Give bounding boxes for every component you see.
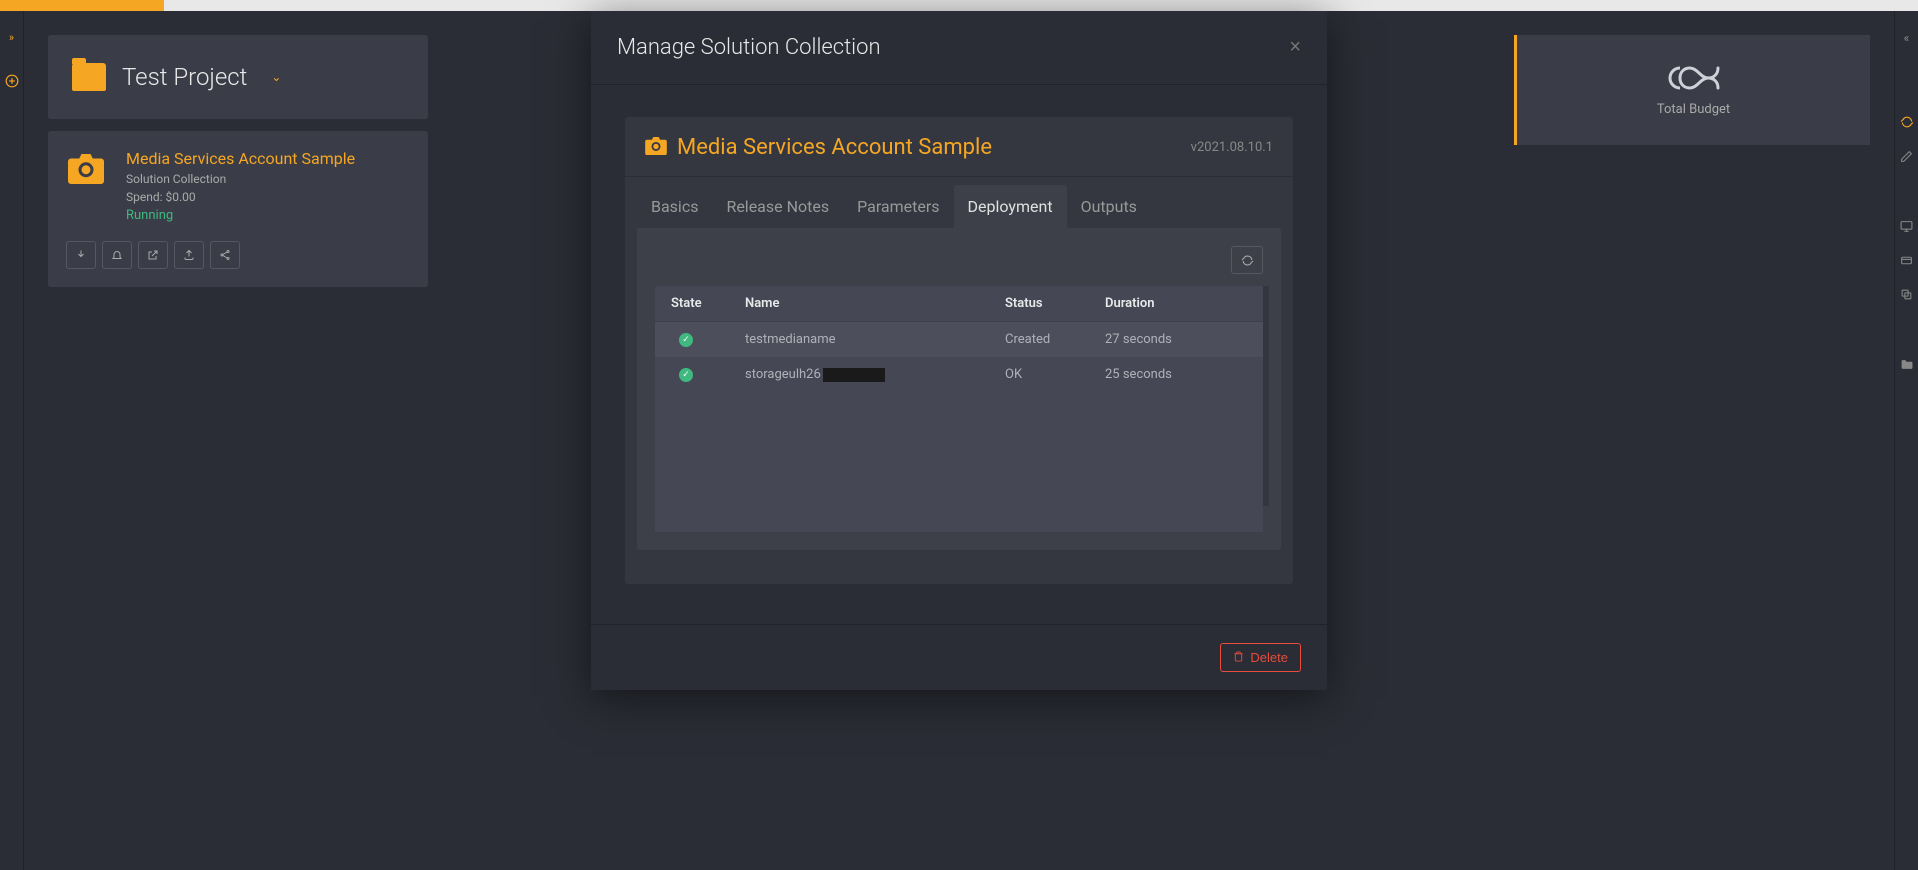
col-duration: Duration [1105, 296, 1247, 311]
state-ok-icon: ✓ [679, 368, 693, 382]
share-button[interactable] [210, 241, 240, 269]
camera-icon [66, 149, 106, 189]
cell-duration: 25 seconds [1105, 367, 1247, 382]
col-status: Status [1005, 296, 1105, 311]
modal-title: Manage Solution Collection [617, 35, 881, 60]
infinity-icon [1666, 64, 1722, 92]
close-button[interactable]: × [1289, 36, 1301, 59]
cell-duration: 27 seconds [1105, 332, 1247, 347]
table-header-row: State Name Status Duration [655, 286, 1263, 322]
expand-right-icon[interactable]: » [9, 31, 14, 44]
collapse-left-icon[interactable]: « [1904, 31, 1910, 45]
cell-name: storageulh26 [745, 367, 1005, 382]
project-title: Test Project [122, 63, 247, 91]
refresh-button[interactable] [1231, 246, 1263, 274]
notifications-button[interactable] [102, 241, 132, 269]
table-row[interactable]: ✓ testmedianame Created 27 seconds [655, 322, 1263, 357]
cell-status: OK [1005, 367, 1105, 382]
version-label: v2021.08.10.1 [1191, 140, 1273, 155]
add-icon[interactable] [5, 74, 19, 92]
solution-collection-card: Media Services Account Sample Solution C… [48, 131, 428, 287]
storage-icon[interactable] [1900, 254, 1913, 270]
table-row[interactable]: ✓ storageulh26 OK 25 seconds [655, 357, 1263, 392]
tab-bar: Basics Release Notes Parameters Deployme… [625, 185, 1293, 228]
tab-outputs[interactable]: Outputs [1067, 185, 1151, 228]
tab-parameters[interactable]: Parameters [843, 185, 953, 228]
tab-basics[interactable]: Basics [637, 185, 712, 228]
folder-open-icon[interactable] [1900, 358, 1913, 374]
project-dropdown-caret[interactable]: ⌄ [271, 70, 281, 84]
project-header-card: Test Project ⌄ [48, 35, 428, 119]
panel-title: Media Services Account Sample [677, 135, 992, 160]
tab-release-notes[interactable]: Release Notes [712, 185, 843, 228]
solution-type-label: Solution Collection [126, 172, 410, 186]
refresh-icon[interactable] [1900, 115, 1914, 132]
trash-icon [1233, 650, 1244, 665]
cell-name: testmedianame [745, 332, 1005, 347]
total-budget-widget: Total Budget [1514, 35, 1870, 145]
state-ok-icon: ✓ [679, 333, 693, 347]
camera-icon [645, 137, 667, 159]
left-sidebar: » [0, 11, 24, 870]
table-scrollbar[interactable] [1263, 286, 1269, 506]
solution-name[interactable]: Media Services Account Sample [126, 149, 410, 168]
deployment-tab-content: State Name Status Duration ✓ testmediana… [637, 228, 1281, 550]
col-state: State [671, 296, 745, 311]
solution-panel: Media Services Account Sample v2021.08.1… [625, 117, 1293, 584]
delete-button[interactable]: Delete [1220, 643, 1301, 672]
open-external-button[interactable] [138, 241, 168, 269]
edit-icon[interactable] [1900, 150, 1913, 166]
solution-spend-label: Spend: $0.00 [126, 190, 410, 204]
folder-icon [72, 63, 106, 91]
solution-status-badge: Running [126, 208, 410, 223]
download-button[interactable] [66, 241, 96, 269]
copy-icon[interactable] [1900, 288, 1913, 304]
tab-deployment[interactable]: Deployment [954, 185, 1067, 228]
right-sidebar: « [1894, 11, 1918, 870]
export-button[interactable] [174, 241, 204, 269]
deployment-table: State Name Status Duration ✓ testmediana… [655, 286, 1263, 532]
col-name: Name [745, 296, 1005, 311]
brand-logo-strip [0, 0, 164, 11]
monitor-icon[interactable] [1900, 220, 1913, 236]
budget-label: Total Budget [1657, 102, 1730, 117]
cell-status: Created [1005, 332, 1105, 347]
top-header-strip [0, 0, 1918, 11]
redacted-segment [823, 368, 885, 382]
manage-solution-modal: Manage Solution Collection × Media Servi… [591, 11, 1327, 690]
